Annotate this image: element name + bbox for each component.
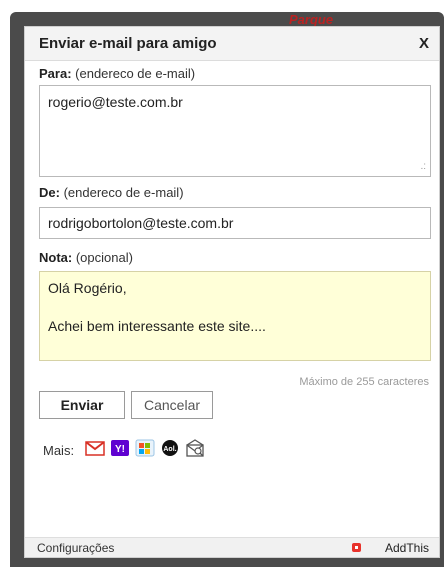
- aol-icon[interactable]: Aol.: [160, 439, 180, 457]
- dialog-title: Enviar e-mail para amigo: [39, 35, 217, 52]
- max-characters-hint: Máximo de 255 caracteres: [299, 376, 429, 388]
- more-services-label: Mais:: [43, 443, 75, 458]
- from-email-value: rodrigobortolon@teste.com.br: [48, 215, 234, 231]
- note-textarea[interactable]: Olá Rogério, Achei bem interessante este…: [39, 271, 431, 361]
- gmail-icon[interactable]: [85, 439, 105, 457]
- addthis-logo-icon: [352, 543, 361, 552]
- resize-grip-icon[interactable]: .:: [420, 162, 426, 172]
- to-label-title: Para:: [39, 66, 72, 81]
- from-label-title: De:: [39, 185, 60, 200]
- addthis-link[interactable]: AddThis: [385, 541, 429, 555]
- cancel-button[interactable]: Cancelar: [131, 391, 213, 419]
- send-button[interactable]: Enviar: [39, 391, 125, 419]
- svg-text:Aol.: Aol.: [163, 446, 176, 453]
- to-label-hint: (endereco de e-mail): [75, 66, 196, 81]
- dialog-footer: Configurações AddThis: [25, 537, 439, 557]
- note-label: Nota: (opcional): [39, 250, 133, 265]
- from-email-input[interactable]: rodrigobortolon@teste.com.br: [39, 207, 431, 239]
- from-label: De: (endereco de e-mail): [39, 185, 184, 200]
- to-email-value: rogerio@teste.com.br: [48, 94, 183, 110]
- note-label-title: Nota:: [39, 250, 73, 265]
- windows-live-icon[interactable]: [135, 439, 155, 457]
- email-client-icon[interactable]: [185, 439, 205, 457]
- background-page-text: Parque: [289, 12, 334, 27]
- settings-link[interactable]: Configurações: [37, 541, 114, 555]
- to-email-textarea[interactable]: rogerio@teste.com.br .:: [39, 85, 431, 177]
- close-button[interactable]: X: [419, 35, 429, 52]
- yahoo-icon[interactable]: Y!: [110, 439, 130, 457]
- from-label-hint: (endereco de e-mail): [63, 185, 184, 200]
- email-friend-dialog: Enviar e-mail para amigo X Para: (endere…: [24, 26, 440, 558]
- note-line-1: Olá Rogério,: [48, 280, 127, 296]
- svg-text:Y!: Y!: [115, 444, 125, 455]
- to-label: Para: (endereco de e-mail): [39, 66, 195, 81]
- note-line-2: Achei bem interessante este site....: [48, 318, 266, 334]
- dialog-titlebar: Enviar e-mail para amigo X: [25, 27, 439, 61]
- note-label-hint: (opcional): [75, 250, 133, 265]
